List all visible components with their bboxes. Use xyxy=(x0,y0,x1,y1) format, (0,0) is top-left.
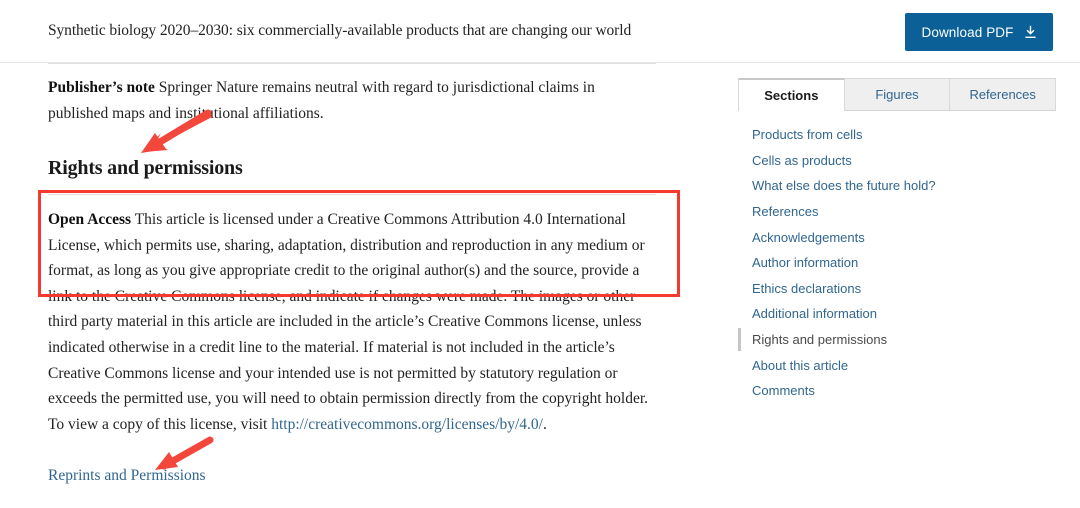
sidebar-item-ethics-declarations[interactable]: Ethics declarations xyxy=(738,276,1058,302)
open-access-license-paragraph: Open Access This article is licensed und… xyxy=(48,207,660,437)
sidebar-item-references[interactable]: References xyxy=(738,199,1058,225)
sidebar-item-additional-information[interactable]: Additional information xyxy=(738,301,1058,327)
publishers-note-lead: Publisher’s note xyxy=(48,79,155,96)
tab-figures[interactable]: Figures xyxy=(843,78,951,110)
sidebar-item-comments[interactable]: Comments xyxy=(738,378,1058,404)
reprints-and-permissions-link[interactable]: Reprints and Permissions xyxy=(48,466,206,486)
license-trailing-period: . xyxy=(542,415,547,433)
sidebar-item-cells-as-products[interactable]: Cells as products xyxy=(738,148,1058,174)
article-sidebar: Sections Figures References Products fro… xyxy=(738,78,1058,404)
tab-references[interactable]: References xyxy=(949,78,1057,110)
sidebar-item-products-from-cells[interactable]: Products from cells xyxy=(738,122,1058,148)
open-access-lead: Open Access xyxy=(48,211,132,228)
divider-under-heading xyxy=(48,194,656,195)
sidebar-item-author-information[interactable]: Author information xyxy=(738,250,1058,276)
download-pdf-button[interactable]: Download PDF xyxy=(905,13,1053,51)
sidebar-item-what-else-does-the-future-hold[interactable]: What else does the future hold? xyxy=(738,173,1058,199)
download-pdf-label: Download PDF xyxy=(921,24,1014,40)
sidebar-item-rights-and-permissions[interactable]: Rights and permissions xyxy=(738,327,1058,353)
sidebar-tab-bar: Sections Figures References xyxy=(738,78,1057,111)
page-title: Synthetic biology 2020–2030: six commerc… xyxy=(48,22,632,39)
article-content-column: Publisher’s note Springer Nature remains… xyxy=(48,63,688,486)
tab-sections[interactable]: Sections xyxy=(738,78,845,111)
sidebar-section-list: Products from cells Cells as products Wh… xyxy=(738,122,1058,404)
sidebar-item-about-this-article[interactable]: About this article xyxy=(738,352,1058,378)
divider-top xyxy=(48,63,656,64)
download-icon xyxy=(1024,25,1037,39)
rights-and-permissions-heading: Rights and permissions xyxy=(48,157,243,179)
publishers-note-paragraph: Publisher’s note Springer Nature remains… xyxy=(48,75,648,126)
creative-commons-license-link[interactable]: http://creativecommons.org/licenses/by/4… xyxy=(271,416,543,433)
sidebar-item-acknowledgements[interactable]: Acknowledgements xyxy=(738,224,1058,250)
license-body-text: This article is licensed under a Creativ… xyxy=(48,211,649,433)
article-header-bar: Synthetic biology 2020–2030: six commerc… xyxy=(0,0,1080,63)
